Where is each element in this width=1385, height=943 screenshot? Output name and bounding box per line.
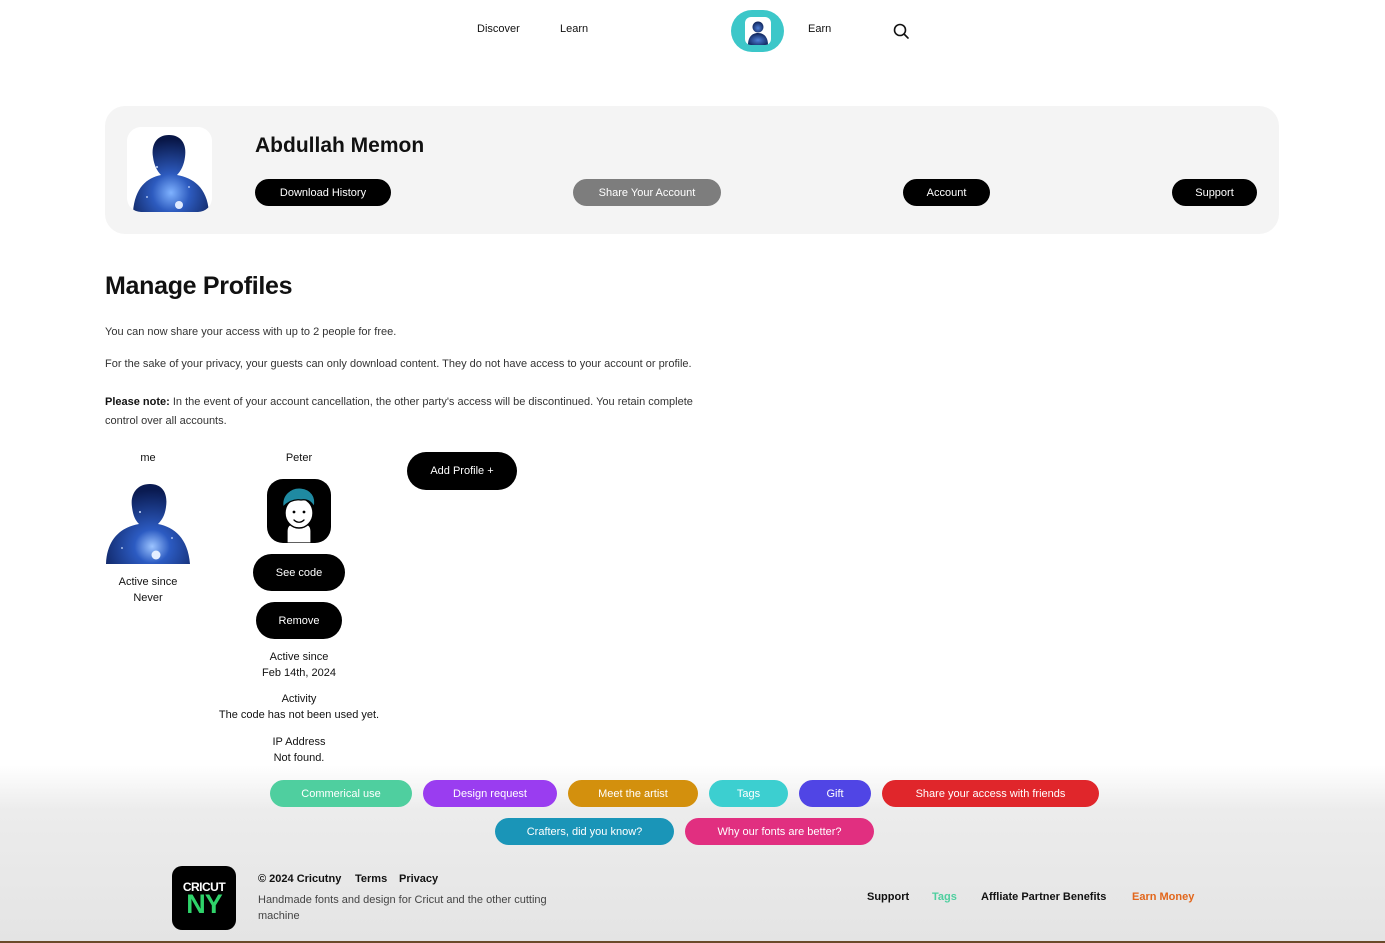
- tag-why-our-fonts[interactable]: Why our fonts are better?: [685, 818, 874, 845]
- profile-name: Abdullah Memon: [255, 134, 425, 157]
- activity-value: The code has not been used yet.: [218, 709, 380, 721]
- see-code-button[interactable]: See code: [253, 554, 345, 591]
- tag-share-access[interactable]: Share your access with friends: [882, 780, 1099, 807]
- profile-peter-avatar: [267, 479, 331, 543]
- download-history-button[interactable]: Download History: [255, 179, 391, 206]
- footer-earn-money-link[interactable]: Earn Money: [1132, 891, 1194, 903]
- user-avatar-icon: [744, 17, 771, 45]
- tag-gift[interactable]: Gift: [799, 780, 871, 807]
- profile-avatar: [127, 127, 212, 212]
- logo-line-2: NY: [186, 889, 223, 919]
- activity-label: Activity: [281, 693, 317, 705]
- profile-me-active: Active since Never: [98, 574, 198, 606]
- profile-peter-activity: Activity The code has not been used yet.: [199, 691, 399, 723]
- remove-profile-button[interactable]: Remove: [256, 602, 342, 639]
- footer-privacy-link[interactable]: Privacy: [399, 873, 438, 885]
- search-icon[interactable]: [892, 22, 910, 40]
- note-body: In the event of your account cancellatio…: [105, 396, 693, 427]
- footer-support-link[interactable]: Support: [867, 891, 909, 903]
- footer-terms-link[interactable]: Terms: [355, 873, 387, 885]
- active-since-label: Active since: [118, 576, 178, 588]
- account-button[interactable]: Account: [903, 179, 990, 206]
- ip-address-label: IP Address: [272, 736, 326, 748]
- support-button[interactable]: Support: [1172, 179, 1257, 206]
- note-label: Please note:: [105, 396, 170, 408]
- profile-me-avatar: [106, 482, 190, 566]
- note-text: Please note: In the event of your accoun…: [105, 393, 725, 430]
- profile-peter-name: Peter: [285, 452, 313, 464]
- footer-affiliate-link[interactable]: Affliate Partner Benefits: [981, 891, 1106, 903]
- privacy-text: For the sake of your privacy, your guest…: [105, 358, 692, 370]
- profile-card: Abdullah Memon Download History Share Yo…: [105, 106, 1279, 234]
- footer-tags-link[interactable]: Tags: [932, 891, 957, 903]
- tag-tags[interactable]: Tags: [709, 780, 788, 807]
- tag-meet-the-artist[interactable]: Meet the artist: [568, 780, 698, 807]
- profile-peter-active: Active since Feb 14th, 2024: [199, 649, 399, 681]
- cricutny-logo[interactable]: CRICUT NY: [172, 866, 236, 930]
- active-since-value: Feb 14th, 2024: [261, 667, 336, 679]
- tag-design-request[interactable]: Design request: [423, 780, 557, 807]
- tag-commercial-use[interactable]: Commerical use: [270, 780, 412, 807]
- profile-peter-ip: IP Address Not found.: [199, 734, 399, 766]
- profile-me-name: me: [140, 452, 156, 464]
- top-nav: Discover Learn Earn: [0, 0, 1385, 62]
- ip-address-value: Not found.: [273, 752, 325, 764]
- tag-crafters-did-you-know[interactable]: Crafters, did you know?: [495, 818, 674, 845]
- add-profile-button[interactable]: Add Profile +: [407, 452, 517, 490]
- nav-learn-link[interactable]: Learn: [560, 23, 588, 35]
- nav-discover-link[interactable]: Discover: [477, 23, 520, 35]
- active-since-value: Never: [133, 592, 163, 604]
- footer-description: Handmade fonts and design for Cricut and…: [258, 894, 547, 922]
- user-avatar-button[interactable]: [731, 10, 784, 52]
- active-since-label: Active since: [269, 651, 329, 663]
- page-title: Manage Profiles: [105, 272, 293, 300]
- nav-earn-link[interactable]: Earn: [808, 23, 831, 35]
- footer-copyright: © 2024 Cricutny: [258, 873, 342, 885]
- share-your-account-button[interactable]: Share Your Account: [573, 179, 721, 206]
- intro-text: You can now share your access with up to…: [105, 326, 397, 338]
